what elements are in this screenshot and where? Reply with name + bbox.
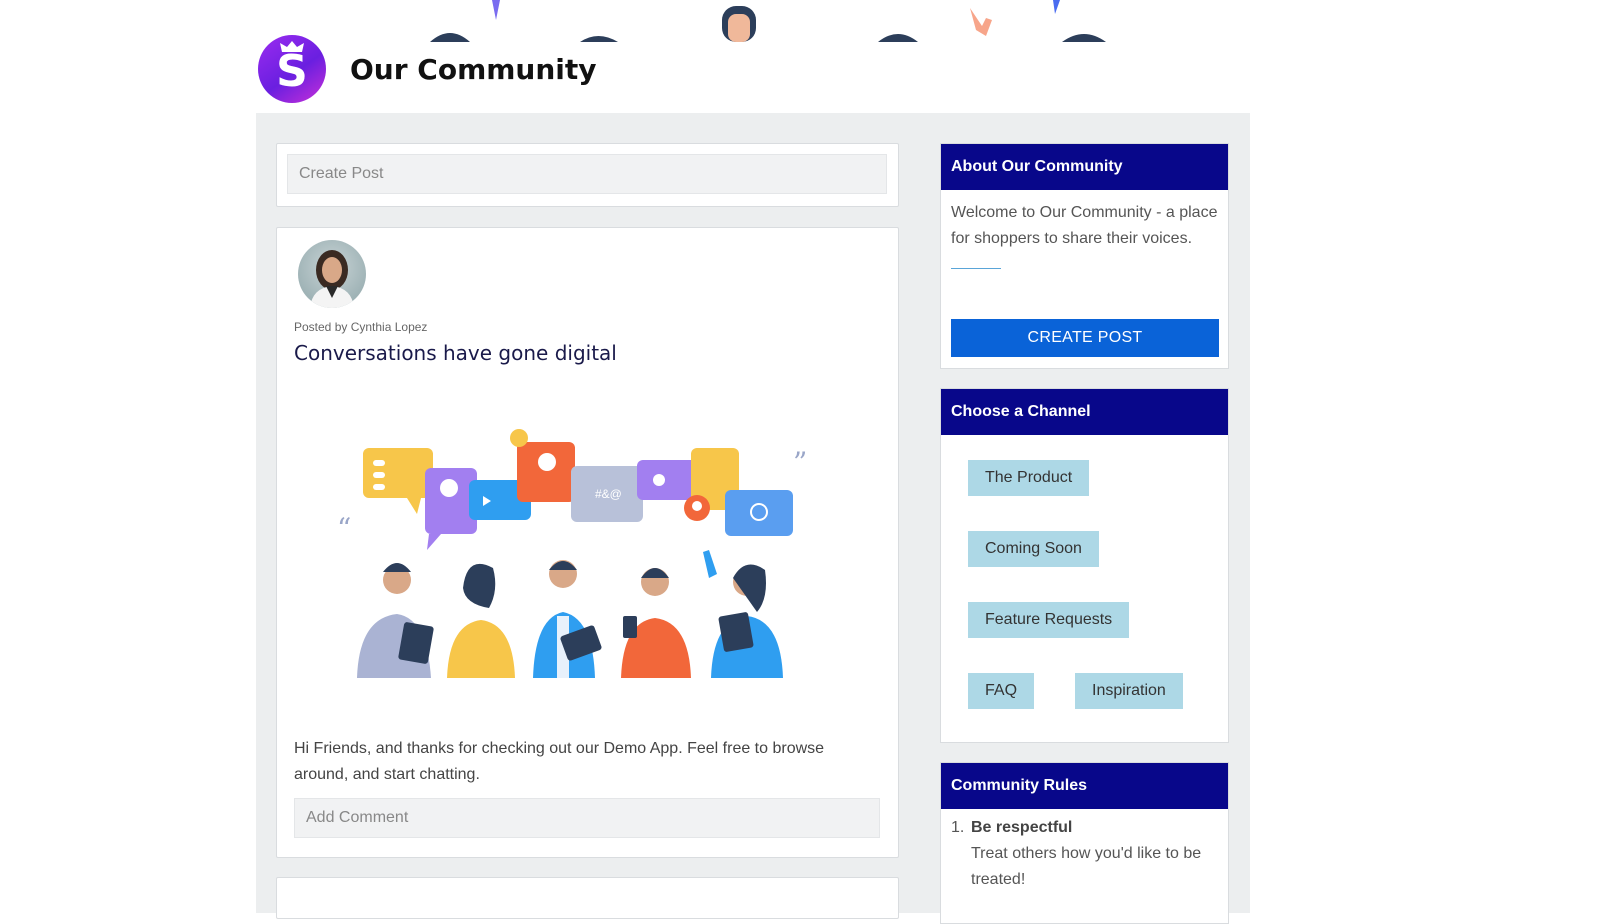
create-post-button[interactable]: CREATE POST <box>951 319 1219 357</box>
channel-chip-feature-requests[interactable]: Feature Requests <box>968 602 1130 638</box>
svg-text:”: ” <box>793 446 807 479</box>
svg-text:“: “ <box>337 512 351 545</box>
post-author: Posted by Cynthia Lopez <box>294 320 428 334</box>
page-title: Our Community <box>350 52 597 86</box>
post-illustration: #&@ ” “ <box>337 429 807 678</box>
channel-chip-inspiration[interactable]: Inspiration <box>1075 673 1183 709</box>
about-heading: About Our Community <box>941 144 1228 190</box>
divider <box>951 268 1001 269</box>
about-text: Welcome to Our Community - a place for s… <box>951 204 1218 247</box>
banner-illustration <box>430 0 1106 42</box>
site-header: S Our Community <box>258 32 597 106</box>
create-post-card: Create Post <box>276 143 899 207</box>
rule-description: Treat others how you'd like to be treate… <box>971 845 1202 888</box>
community-logo[interactable]: S <box>258 35 326 103</box>
crown-icon <box>280 41 304 52</box>
about-card: About Our Community Welcome to Our Commu… <box>940 143 1229 369</box>
post-card <box>276 877 899 919</box>
post-card: Posted by Cynthia Lopez Conversations ha… <box>276 227 899 858</box>
author-avatar[interactable] <box>298 240 366 308</box>
channel-chip-the-product[interactable]: The Product <box>968 460 1090 496</box>
channel-chip-faq[interactable]: FAQ <box>968 673 1035 709</box>
person-icon <box>310 250 354 308</box>
rule-number: 1. <box>951 819 965 836</box>
post-body: Hi Friends, and thanks for checking out … <box>294 740 825 783</box>
channel-heading: Choose a Channel <box>941 389 1228 435</box>
logo-letter: S <box>276 46 308 97</box>
comment-input[interactable]: Add Comment <box>294 798 880 838</box>
create-post-input[interactable]: Create Post <box>287 154 887 194</box>
channel-card: Choose a Channel The Product Coming Soon… <box>940 388 1229 743</box>
rule-title: Be respectful <box>971 819 1073 836</box>
post-title[interactable]: Conversations have gone digital <box>294 341 617 365</box>
svg-text:#&@: #&@ <box>595 487 622 501</box>
rules-heading: Community Rules <box>941 763 1228 809</box>
channel-chip-coming-soon[interactable]: Coming Soon <box>968 531 1099 567</box>
